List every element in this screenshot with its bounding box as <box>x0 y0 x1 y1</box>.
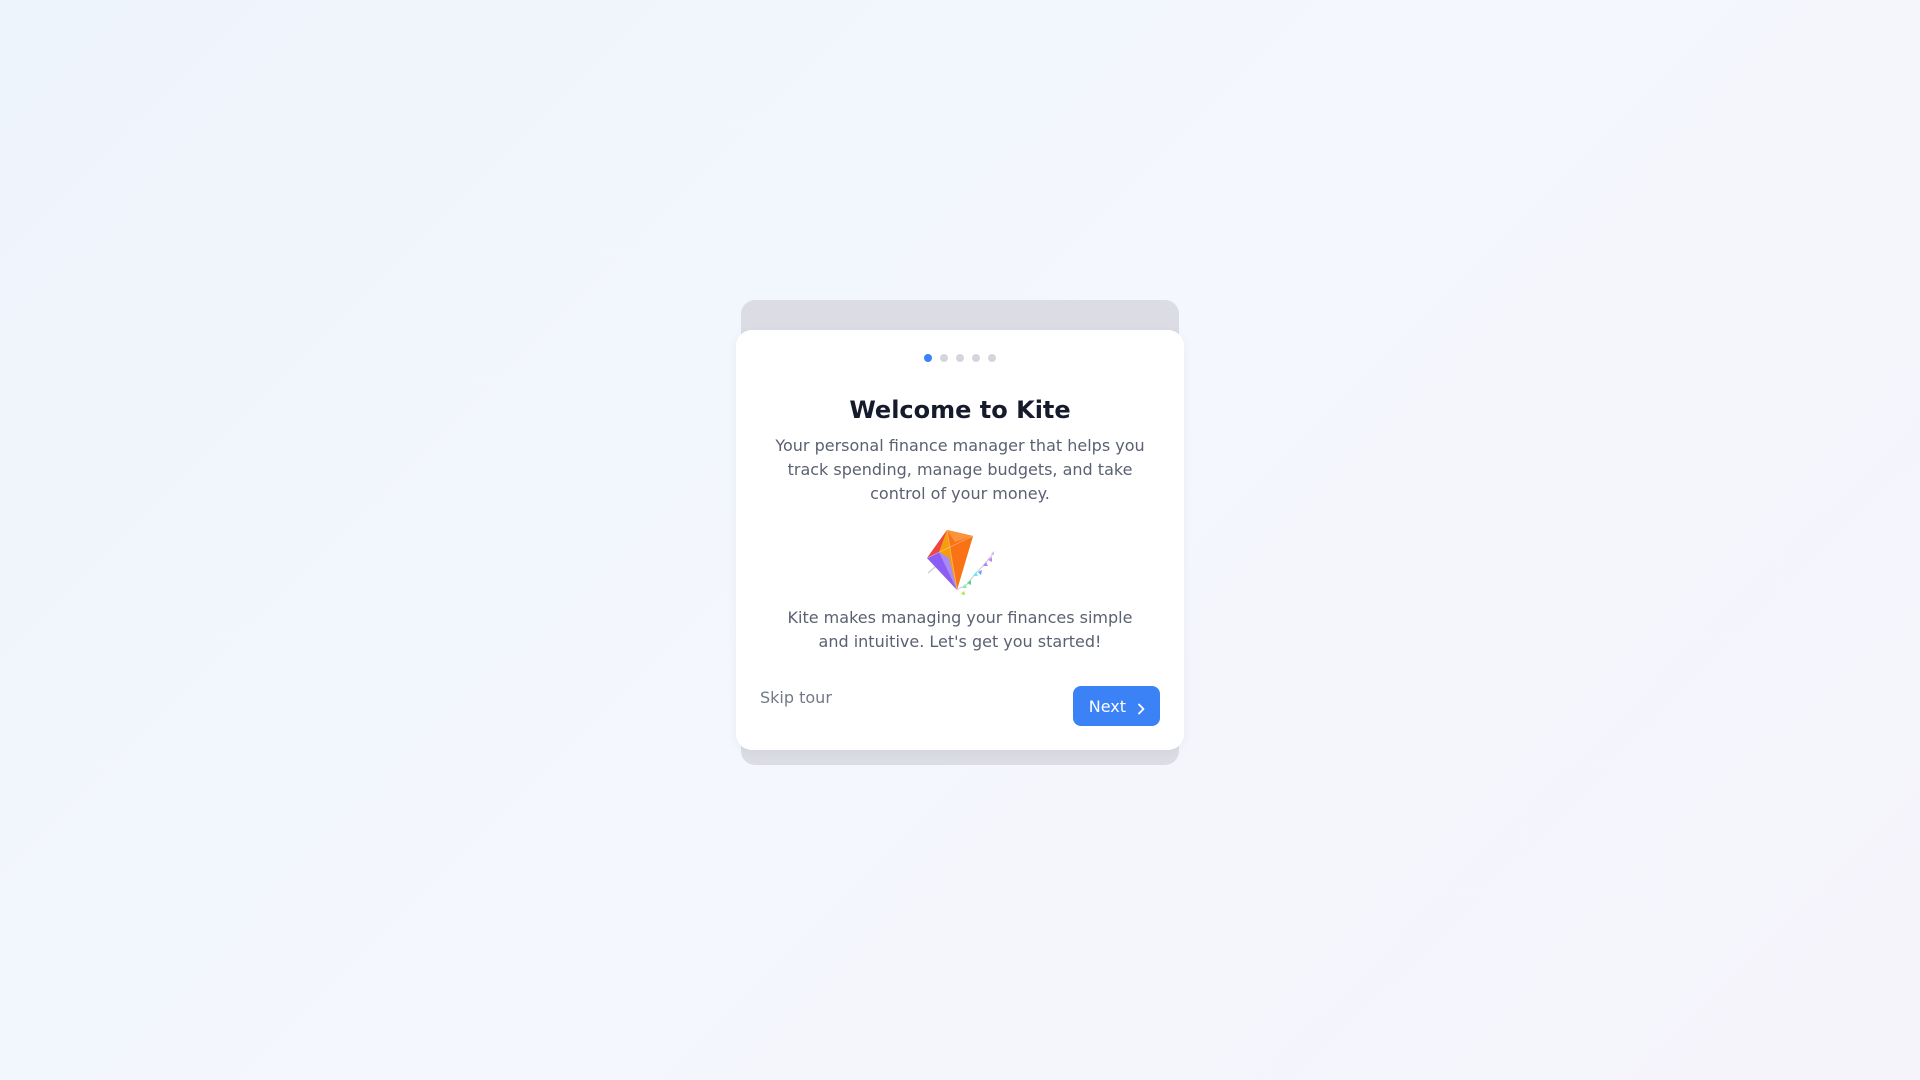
step-indicator <box>736 354 1184 362</box>
kite-icon <box>925 528 995 598</box>
tour-body-text: Kite makes managing your finances simple… <box>787 608 1133 651</box>
step-dot-3 <box>956 354 964 362</box>
step-dot-1 <box>924 354 932 362</box>
tour-subtitle: Your personal finance manager that helps… <box>775 436 1145 503</box>
next-button[interactable]: Next <box>1072 686 1160 726</box>
step-dot-2 <box>940 354 948 362</box>
onboarding-card: Welcome to Kite Your personal finance ma… <box>736 330 1184 750</box>
next-button-label: Next <box>1088 696 1126 716</box>
skip-tour-button[interactable]: Skip tour <box>760 688 832 708</box>
chevron-right-icon <box>1136 700 1146 715</box>
step-dot-5 <box>988 354 996 362</box>
tour-title: Welcome to Kite <box>849 396 1071 424</box>
step-dot-4 <box>972 354 980 362</box>
